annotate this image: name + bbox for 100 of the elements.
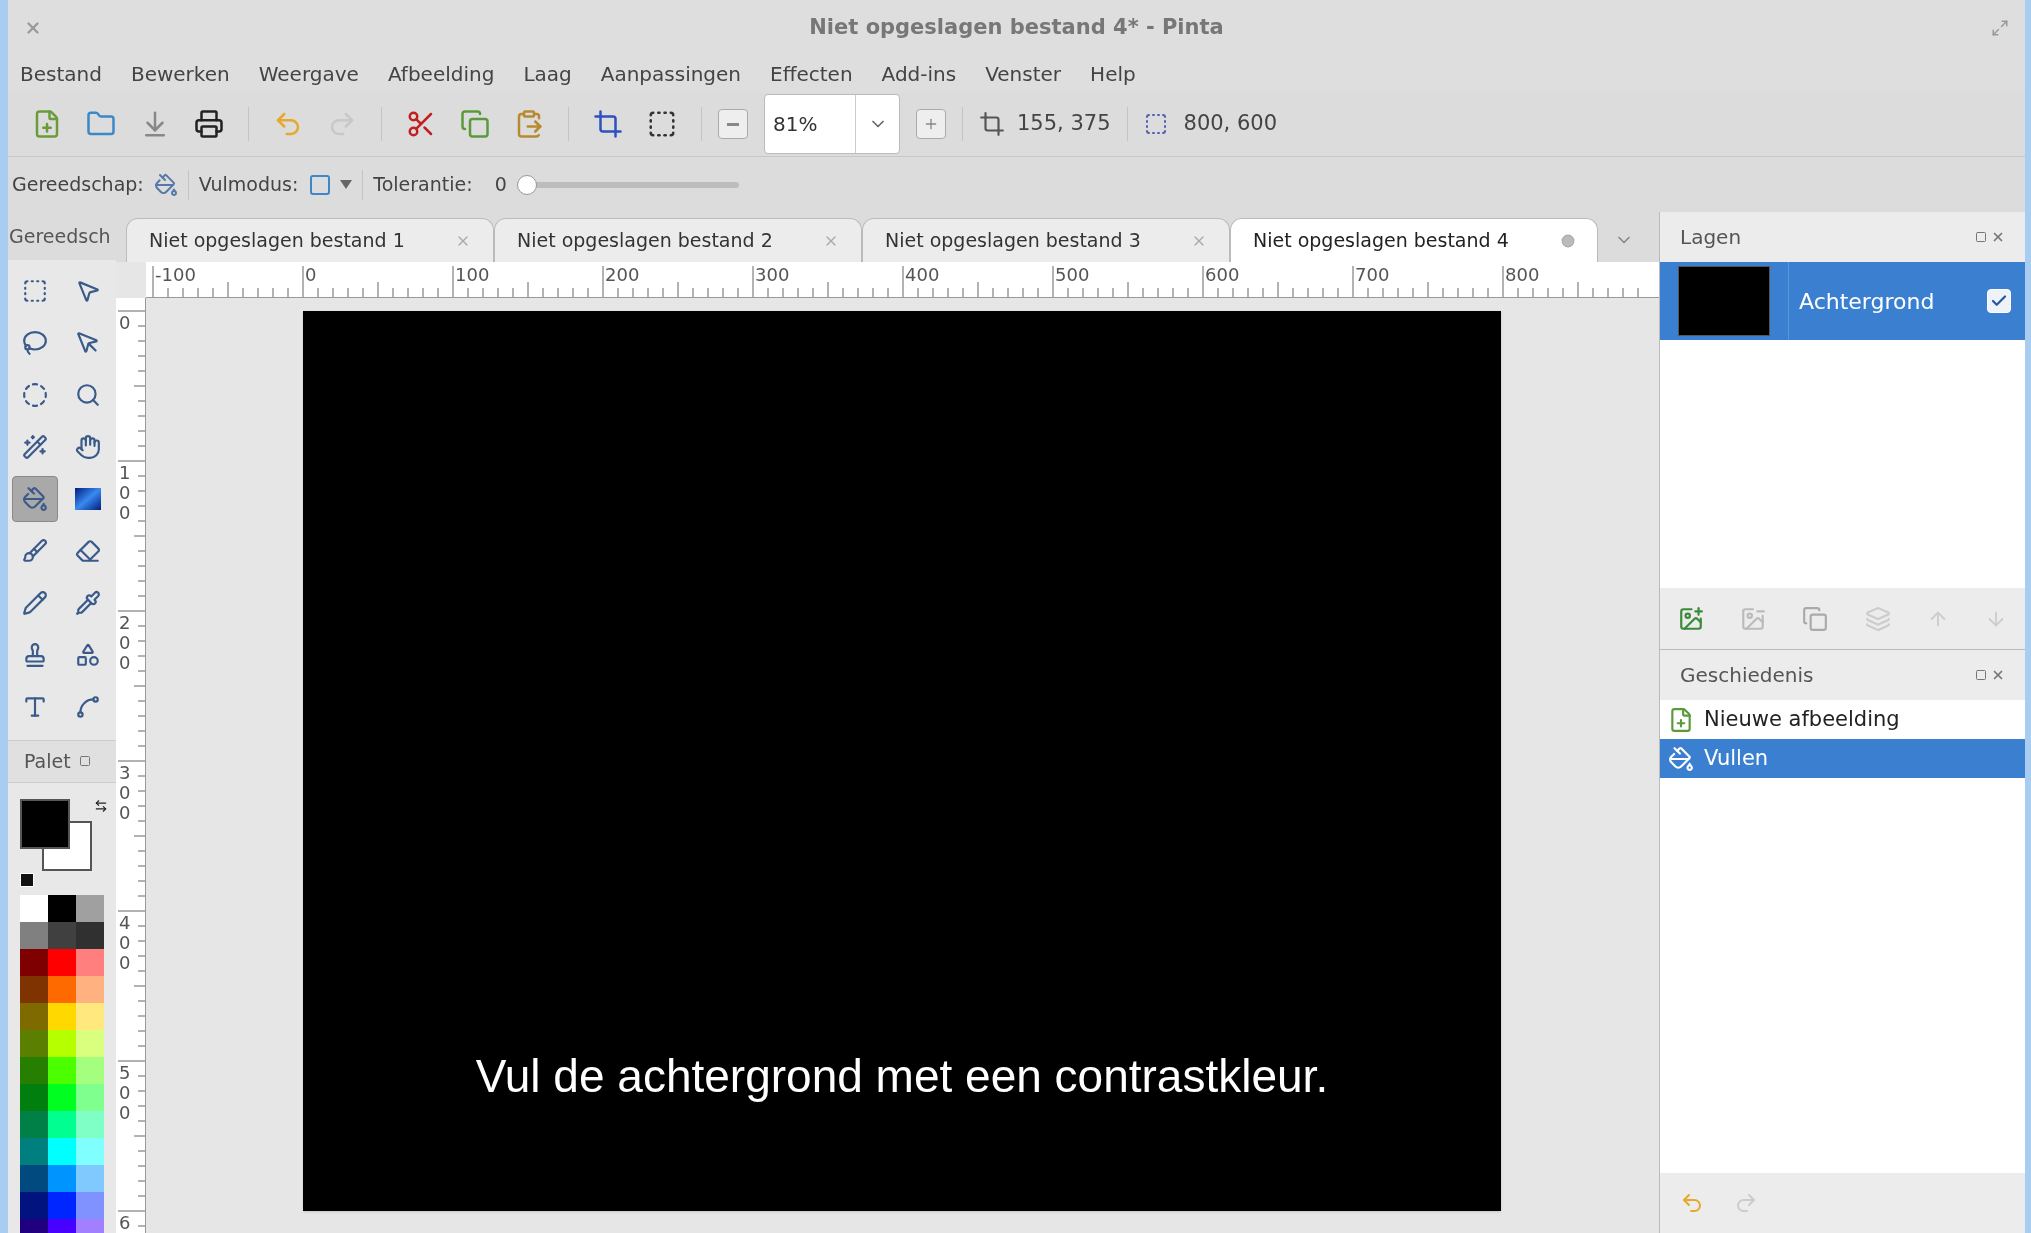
menu-item[interactable]: Bewerken bbox=[130, 59, 230, 89]
dock-icon[interactable] bbox=[1975, 231, 1987, 243]
minus-icon bbox=[727, 122, 739, 126]
color-swatch[interactable] bbox=[76, 895, 104, 923]
color-swatch[interactable] bbox=[76, 1138, 104, 1166]
color-swatch[interactable] bbox=[20, 1192, 48, 1220]
tolerance-slider[interactable] bbox=[516, 173, 739, 196]
color-swatch[interactable] bbox=[48, 1003, 76, 1031]
menu-item[interactable]: Help bbox=[1090, 59, 1136, 89]
document-tab[interactable]: Niet opgeslagen bestand 3 bbox=[862, 218, 1230, 262]
ruler-label: 600 bbox=[1205, 266, 1240, 284]
color-swatch[interactable] bbox=[76, 1192, 104, 1220]
color-swatch[interactable] bbox=[48, 1030, 76, 1058]
color-swatch[interactable] bbox=[20, 1084, 48, 1112]
document-tab[interactable]: Niet opgeslagen bestand 1 bbox=[126, 218, 494, 262]
close-icon[interactable] bbox=[1991, 230, 2005, 244]
maximize-icon[interactable] bbox=[1991, 19, 2009, 37]
eraser-icon bbox=[75, 538, 101, 565]
ruler-label: 400 bbox=[905, 266, 940, 284]
merge-layer-icon[interactable] bbox=[1864, 605, 1891, 632]
delete-layer-icon[interactable] bbox=[1740, 605, 1767, 632]
paint-bucket-icon bbox=[153, 172, 178, 197]
layer-row[interactable]: Achtergrond bbox=[1660, 262, 2025, 340]
color-swatch[interactable] bbox=[48, 1057, 76, 1085]
ruler-label: 200 bbox=[605, 266, 640, 284]
subtitle-caption: Vul de achtergrond met een contrastkleur. bbox=[474, 1049, 1330, 1104]
color-swatch[interactable] bbox=[76, 1030, 104, 1058]
color-swatch[interactable] bbox=[48, 949, 76, 977]
document-tab[interactable]: Niet opgeslagen bestand 4 bbox=[1230, 218, 1598, 262]
visibility-checkbox[interactable] bbox=[1987, 289, 2011, 313]
tool-button[interactable] bbox=[12, 476, 58, 523]
add-layer-icon[interactable] bbox=[1678, 605, 1705, 632]
menu-item[interactable]: Afbeelding bbox=[387, 59, 495, 89]
color-swatch[interactable] bbox=[76, 1084, 104, 1112]
document-tab[interactable]: Niet opgeslagen bestand 2 bbox=[494, 218, 862, 262]
ruler-label: 300 bbox=[755, 266, 790, 284]
color-swatch[interactable] bbox=[20, 1003, 48, 1031]
color-swatch[interactable] bbox=[76, 949, 104, 977]
zoom-out-button[interactable] bbox=[718, 109, 748, 139]
color-swatch[interactable] bbox=[20, 976, 48, 1004]
new-image-icon bbox=[1668, 706, 1694, 733]
hand-icon bbox=[75, 434, 101, 461]
primary-secondary-color-drawing[interactable] bbox=[20, 798, 92, 871]
reset-colors-icon[interactable] bbox=[20, 872, 34, 887]
selection-size-icon bbox=[1143, 112, 1168, 136]
image-canvas[interactable]: Vul de achtergrond met een contrastkleur. bbox=[303, 311, 1501, 1211]
close-icon[interactable] bbox=[24, 19, 42, 37]
color-swatch[interactable] bbox=[76, 1003, 104, 1031]
color-swatch[interactable] bbox=[20, 1111, 48, 1139]
color-swatch[interactable] bbox=[48, 1165, 76, 1193]
color-swatch[interactable] bbox=[76, 922, 104, 950]
color-swatch[interactable] bbox=[48, 1111, 76, 1139]
dock-icon[interactable] bbox=[1975, 669, 1987, 681]
color-swatch[interactable] bbox=[76, 1057, 104, 1085]
close-icon[interactable] bbox=[1991, 668, 2005, 682]
window-title: Niet opgeslagen bestand 4* - Pinta bbox=[808, 14, 1225, 42]
color-swatch[interactable] bbox=[48, 1192, 76, 1220]
ruler-label: 500 bbox=[1055, 266, 1090, 284]
color-swatch[interactable] bbox=[76, 1165, 104, 1193]
color-swatch[interactable] bbox=[48, 1084, 76, 1112]
gradient-icon bbox=[75, 488, 101, 511]
color-swatch[interactable] bbox=[48, 976, 76, 1004]
fill-mode-dropdown[interactable] bbox=[308, 172, 353, 197]
color-swatch[interactable] bbox=[20, 1030, 48, 1058]
paint-bucket-icon bbox=[1668, 745, 1694, 772]
menu-item[interactable]: Laag bbox=[523, 59, 572, 89]
menu-item[interactable]: Bestand bbox=[20, 59, 102, 89]
color-swatch[interactable] bbox=[48, 1138, 76, 1166]
rectangle-select-icon bbox=[22, 278, 48, 305]
zoom-in-button[interactable] bbox=[916, 109, 946, 139]
color-swatch[interactable] bbox=[20, 1165, 48, 1193]
toolbox-header: Gereedsch bbox=[8, 212, 116, 261]
undo-icon[interactable] bbox=[1680, 1191, 1704, 1215]
tolerance-value: 0 bbox=[494, 172, 507, 198]
duplicate-layer-icon[interactable] bbox=[1802, 605, 1829, 632]
menu-item[interactable]: Aanpassingen bbox=[600, 59, 742, 89]
fill-mode-label: Vulmodus: bbox=[198, 172, 299, 198]
dock-icon[interactable] bbox=[78, 755, 91, 768]
color-swatch[interactable] bbox=[20, 1138, 48, 1166]
color-swatch[interactable] bbox=[48, 895, 76, 923]
ruler-label: -100 bbox=[155, 266, 196, 284]
zoom-combo[interactable]: 81% bbox=[764, 94, 900, 154]
color-swatch[interactable] bbox=[20, 895, 48, 923]
recolor-icon bbox=[75, 642, 101, 669]
color-swatch[interactable] bbox=[20, 1057, 48, 1085]
color-swatch[interactable] bbox=[76, 976, 104, 1004]
redo-icon[interactable] bbox=[1734, 1191, 1758, 1215]
menu-item[interactable]: Add-ins bbox=[881, 59, 957, 89]
color-swatch[interactable] bbox=[20, 949, 48, 977]
swap-icon[interactable] bbox=[94, 798, 108, 813]
color-swatch[interactable] bbox=[76, 1111, 104, 1139]
paint-bucket-icon bbox=[22, 486, 48, 513]
move-selected-icon bbox=[75, 278, 101, 305]
menu-item[interactable]: Effecten bbox=[770, 59, 853, 89]
menu-item[interactable]: Weergave bbox=[258, 59, 359, 89]
selection-size: 800, 600 bbox=[1183, 110, 1278, 138]
color-swatch[interactable] bbox=[48, 922, 76, 950]
color-swatch[interactable] bbox=[20, 922, 48, 950]
menu-item[interactable]: Venster bbox=[985, 59, 1062, 89]
history-item[interactable]: Vullen bbox=[1660, 739, 2025, 778]
